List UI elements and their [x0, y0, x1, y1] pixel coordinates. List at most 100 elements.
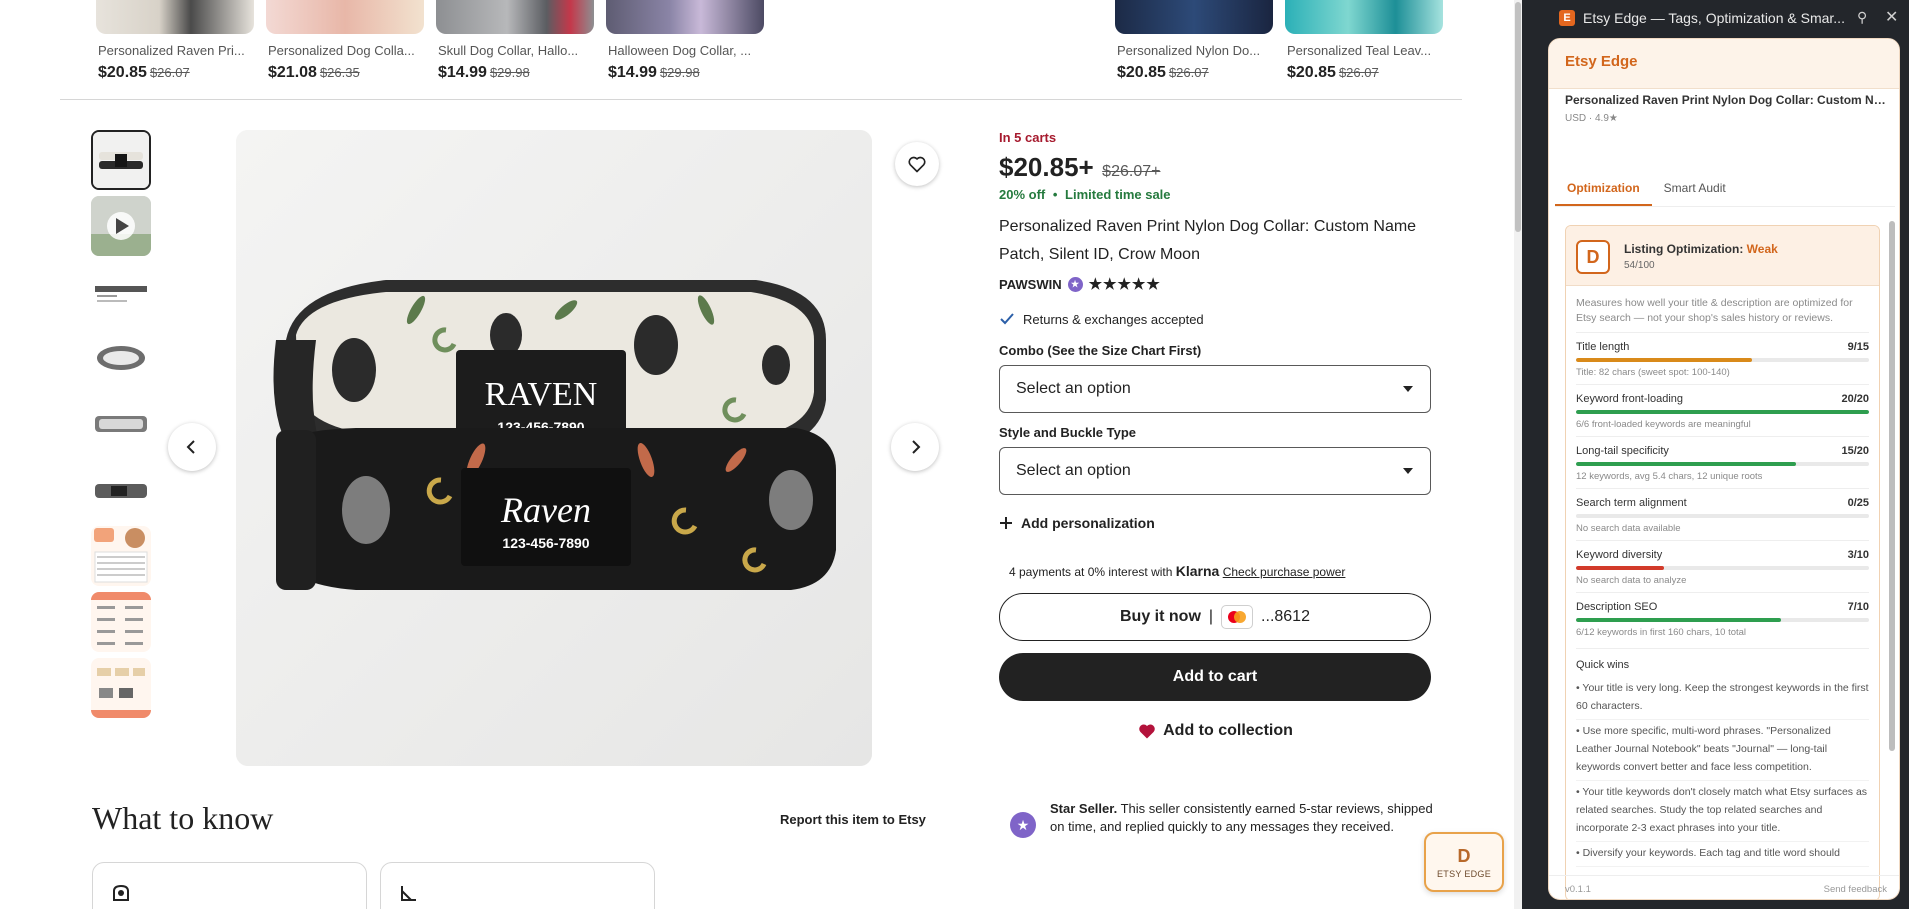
metric-score: 7/10: [1847, 601, 1869, 613]
score-header: D Listing Optimization: Weak 54/100: [1566, 226, 1879, 286]
metric-bar-fill: [1576, 410, 1869, 414]
star-seller-info: ★ Star Seller. This seller consistently …: [1010, 800, 1440, 838]
sale-note: Limited time sale: [1065, 187, 1171, 202]
metric-note: No search data to analyze: [1576, 575, 1687, 586]
recommendation-title[interactable]: Halloween Dog Collar, ...: [606, 43, 764, 58]
metric-name: Keyword diversity: [1576, 549, 1663, 561]
caret-down-icon: [1403, 468, 1413, 474]
recommendation-card[interactable]: Personalized Dog Colla... $21.08 $26.35: [266, 0, 424, 82]
thumbnail[interactable]: [91, 658, 151, 718]
rating-stars[interactable]: ★★★★★: [1089, 275, 1161, 293]
heart-outline-icon: [908, 156, 926, 173]
recommendation-price: $20.85 $26.07: [1287, 64, 1379, 81]
metric-name: Title length: [1576, 341, 1630, 353]
in-carts-notice: In 5 carts: [999, 130, 1057, 145]
shop-name[interactable]: PAWSWIN: [999, 277, 1062, 292]
metric-row: Keyword diversity 3/10 No search data to …: [1576, 540, 1869, 592]
recommendation-card[interactable]: Personalized Raven Pri... $20.85 $26.07: [96, 0, 254, 82]
recommendation-title[interactable]: Personalized Nylon Do...: [1115, 43, 1273, 58]
klarna-text: 4 payments at 0% interest with: [1009, 565, 1173, 579]
score-value: 54/100: [1624, 260, 1655, 271]
thumbnail[interactable]: [91, 460, 151, 520]
recommendation-card[interactable]: Skull Dog Collar, Hallo... $14.99 $29.98: [436, 0, 594, 82]
recommendation-image[interactable]: [266, 0, 424, 34]
etsy-edge-footer: v0.1.1 Send feedback: [1549, 875, 1899, 899]
combo-select[interactable]: Select an option: [999, 365, 1431, 413]
metric-name: Keyword front-loading: [1576, 393, 1684, 405]
recommendation-image[interactable]: [436, 0, 594, 34]
add-to-collection-button[interactable]: Add to collection: [999, 721, 1431, 741]
quick-win-item: • Your title is very long. Keep the stro…: [1576, 677, 1869, 720]
recommendation-title[interactable]: Personalized Dog Colla...: [266, 43, 424, 58]
recommendation-image[interactable]: [96, 0, 254, 34]
video-thumbnail[interactable]: [91, 196, 151, 256]
recommendation-image[interactable]: [606, 0, 764, 34]
page-scrollbar[interactable]: [1514, 0, 1522, 909]
caret-down-icon: [1403, 386, 1413, 392]
metric-name: Search term alignment: [1576, 497, 1687, 509]
recommendation-title[interactable]: Skull Dog Collar, Hallo...: [436, 43, 594, 58]
recommendation-image[interactable]: [1115, 0, 1273, 34]
style-select[interactable]: Select an option: [999, 447, 1431, 495]
combo-label: Combo (See the Size Chart First): [999, 343, 1202, 358]
recommendation-card[interactable]: Personalized Teal Leav... $20.85 $26.07: [1285, 0, 1443, 82]
version-label: v0.1.1: [1565, 884, 1591, 895]
sale-separator: •: [1052, 187, 1058, 202]
recommendation-title[interactable]: Personalized Raven Pri...: [96, 43, 254, 58]
previous-image-button[interactable]: [168, 423, 216, 471]
etsy-edge-floating-button[interactable]: D ETSY EDGE: [1424, 832, 1504, 892]
recommendation-image[interactable]: [1285, 0, 1443, 34]
send-feedback-link[interactable]: Send feedback: [1824, 884, 1887, 895]
etsy-edge-label: ETSY EDGE: [1436, 868, 1492, 879]
add-personalization-button[interactable]: Add personalization: [999, 515, 1431, 531]
close-icon[interactable]: ✕: [1885, 7, 1898, 27]
etsy-edge-grade: D: [1457, 845, 1471, 866]
product-main-image[interactable]: RAVEN 123-456-7890 Raven 123-456-7890: [236, 130, 872, 766]
metric-bar-fill: [1576, 358, 1752, 362]
star-seller-icon: ★: [1067, 276, 1083, 292]
recommendation-card[interactable]: Halloween Dog Collar, ... $14.99 $29.98: [606, 0, 764, 82]
dimensions-icon: [401, 886, 416, 901]
metric-bar: [1576, 618, 1869, 622]
metric-score: 0/25: [1847, 497, 1869, 509]
shop-row: PAWSWIN ★ ★★★★★: [999, 275, 1431, 293]
tab-smart-audit[interactable]: Smart Audit: [1652, 175, 1738, 206]
panel-scrollbar[interactable]: [1888, 211, 1896, 899]
listing-name: Personalized Raven Print Nylon Dog Colla…: [1565, 93, 1891, 107]
metric-name: Description SEO: [1576, 601, 1658, 613]
style-select-value: Select an option: [1016, 462, 1131, 479]
recommendation-title[interactable]: Personalized Teal Leav...: [1285, 43, 1443, 58]
quick-wins-title: Quick wins: [1576, 659, 1630, 671]
klarna-logo: Klarna: [1175, 563, 1220, 579]
grade-badge: D: [1576, 240, 1610, 274]
thumbnail[interactable]: [91, 130, 151, 190]
tab-optimization[interactable]: Optimization: [1555, 175, 1652, 206]
thumbnail[interactable]: [91, 526, 151, 586]
recommendation-price: $21.08 $26.35: [268, 64, 360, 81]
thumbnail[interactable]: [91, 328, 151, 388]
current-price: $20.85+: [999, 152, 1094, 182]
listing-meta: USD · 4.9★: [1565, 113, 1618, 124]
buy-it-now-button[interactable]: Buy it now | ...8612: [999, 593, 1431, 641]
checkmark-icon: [1000, 313, 1014, 325]
pin-icon[interactable]: ⚲: [1857, 9, 1867, 26]
next-image-button[interactable]: [891, 423, 939, 471]
metric-bar-fill: [1576, 566, 1664, 570]
thumbnail[interactable]: [91, 394, 151, 454]
favorite-button[interactable]: [895, 142, 939, 186]
quick-win-item: • Your title keywords don't closely matc…: [1576, 781, 1869, 842]
quick-win-item: • Diversify your keywords. Each tag and …: [1576, 842, 1869, 867]
returns-row: Returns & exchanges accepted: [999, 311, 1431, 327]
recommendation-card[interactable]: Personalized Nylon Do... $20.85 $26.07: [1115, 0, 1273, 82]
thumbnail[interactable]: [91, 262, 151, 322]
add-to-cart-button[interactable]: Add to cart: [999, 653, 1431, 701]
etsy-edge-header: Etsy Edge: [1549, 39, 1899, 89]
style-label: Style and Buckle Type: [999, 425, 1137, 440]
klarna-link[interactable]: Check purchase power: [1223, 565, 1346, 579]
etsy-edge-tabs: Optimization Smart Audit: [1555, 175, 1895, 207]
report-item-link[interactable]: Report this item to Etsy: [780, 812, 926, 827]
buy-box: In 5 carts $20.85+ $26.07+ 20% off • Lim…: [999, 130, 1431, 741]
score-description: Measures how well your title & descripti…: [1576, 297, 1853, 324]
thumbnail[interactable]: [91, 592, 151, 652]
materials-icon: [113, 884, 129, 901]
